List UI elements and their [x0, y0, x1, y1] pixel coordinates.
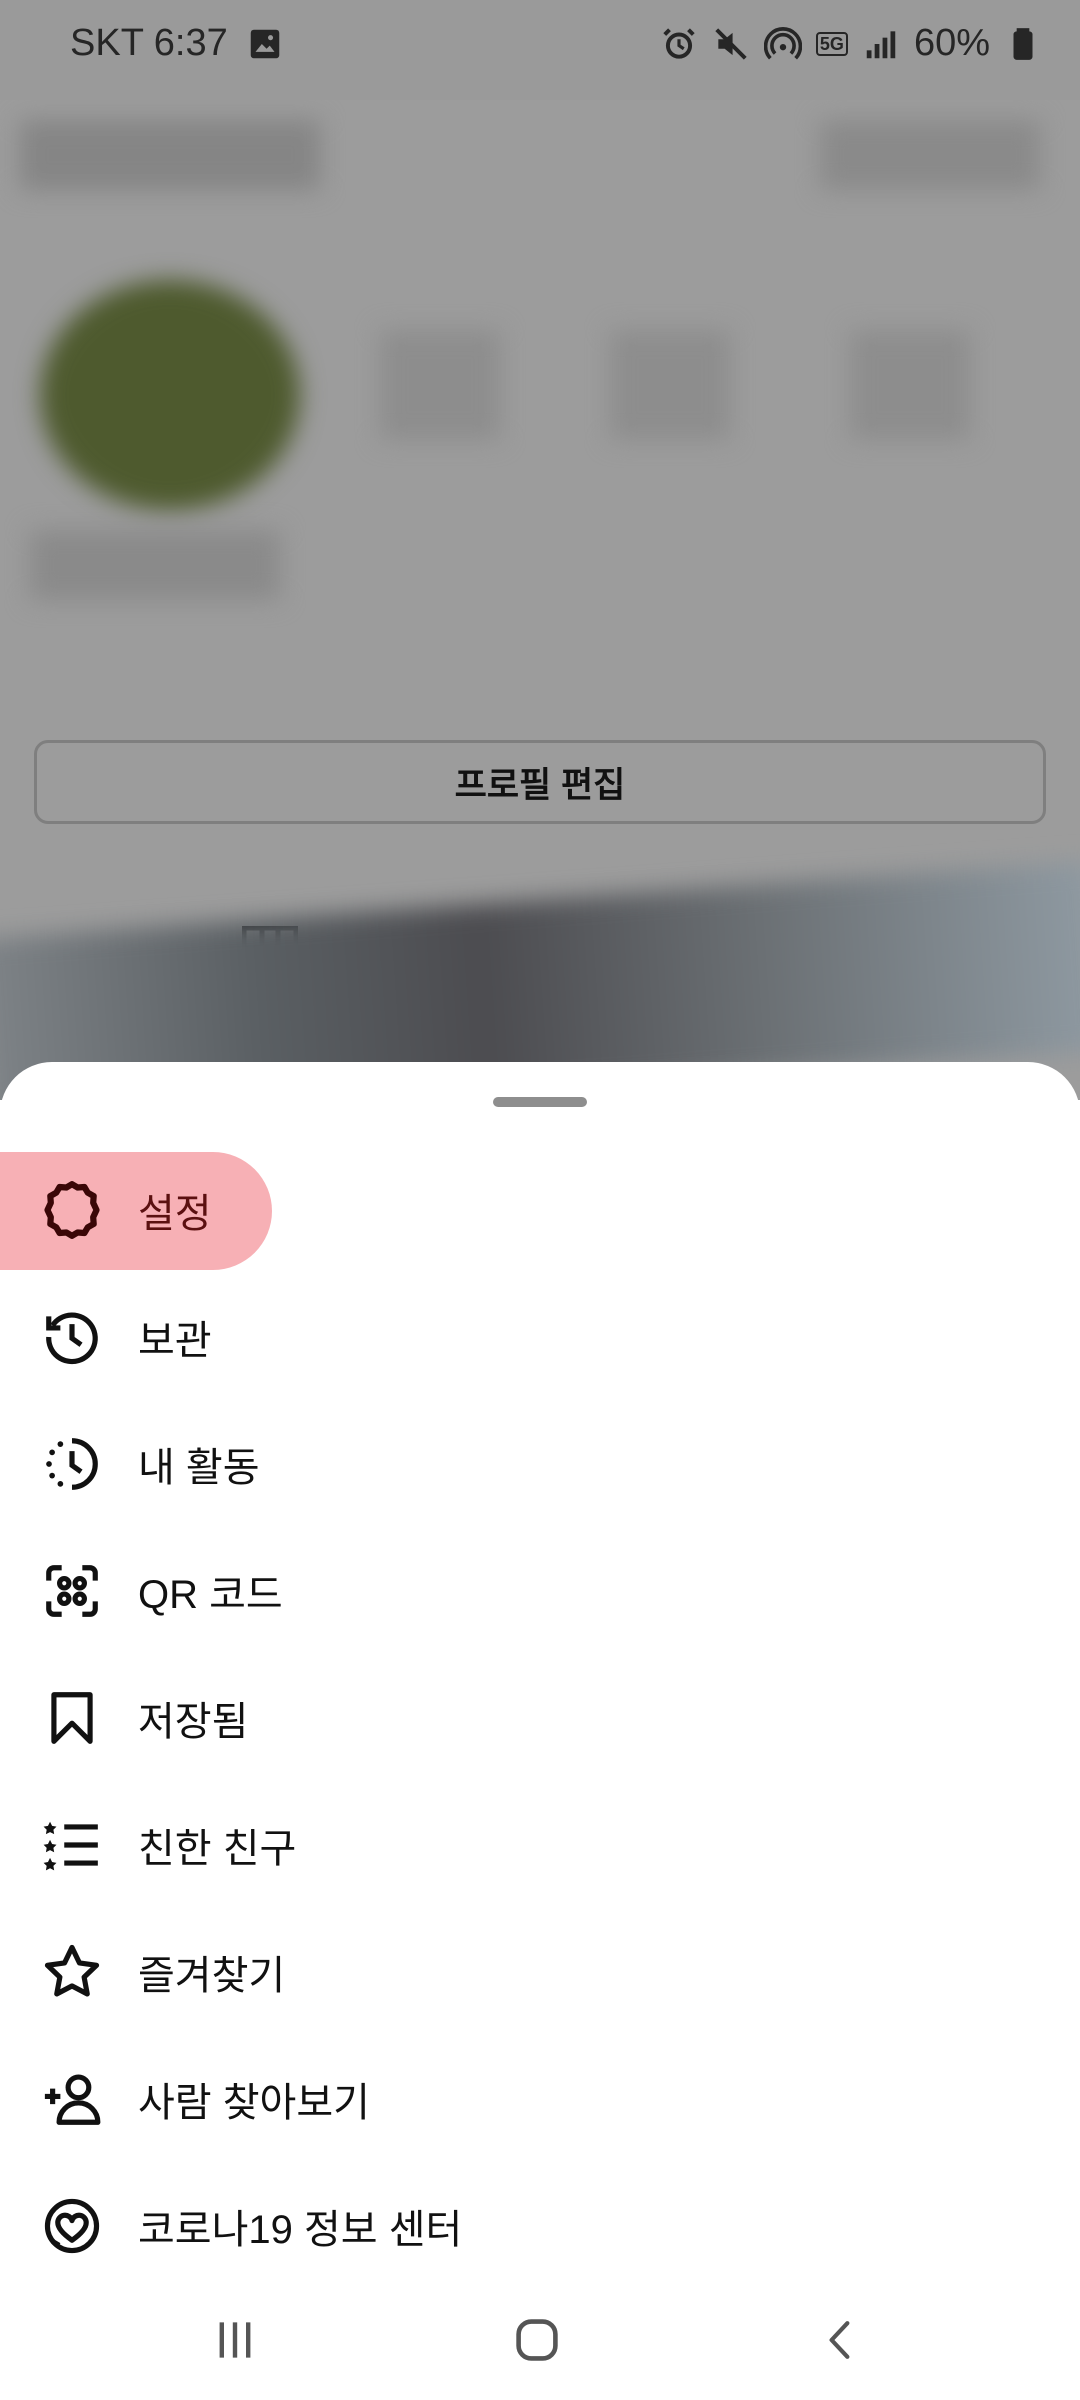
menu-item-label: 친한 친구	[138, 1826, 297, 1871]
status-bar: SKT 6:37 5G 60%	[0, 0, 1080, 100]
system-nav-bar	[0, 2270, 1080, 2400]
carrier-time: SKT 6:37	[70, 22, 228, 64]
back-icon[interactable]	[808, 2310, 872, 2370]
menu-item-label: 저장됨	[138, 1699, 249, 1744]
menu-list: 설정 보관 내 활동 QR 코드 저장됨 친한 친구 즐겨찾기 사람 찾아보기 …	[0, 1146, 1080, 2289]
menu-item-favorites[interactable]: 즐겨찾기	[0, 1908, 1080, 2035]
header-actions-blur	[820, 120, 1040, 190]
profile-menu-sheet: 설정 보관 내 활동 QR 코드 저장됨 친한 친구 즐겨찾기 사람 찾아보기 …	[0, 1062, 1080, 2400]
home-icon[interactable]	[505, 2310, 569, 2370]
mute-icon	[712, 25, 750, 63]
stat-followers	[610, 330, 730, 440]
sheet-drag-handle[interactable]	[493, 1097, 587, 1107]
menu-item-settings[interactable]: 설정	[0, 1146, 1080, 1273]
menu-item-discover-people[interactable]: 사람 찾아보기	[0, 2035, 1080, 2162]
username-blur	[20, 120, 320, 190]
edit-profile-button[interactable]: 프로필 편집	[34, 740, 1046, 824]
menu-item-label: QR 코드	[138, 1572, 283, 1617]
menu-item-activity[interactable]: 내 활동	[0, 1400, 1080, 1527]
activity-icon	[40, 1432, 104, 1496]
battery-icon	[1004, 25, 1042, 63]
close-friends-icon	[40, 1813, 104, 1877]
settings-icon	[40, 1178, 104, 1242]
signal-icon	[862, 25, 900, 63]
add-person-icon	[40, 2067, 104, 2131]
menu-item-label: 사람 찾아보기	[138, 2080, 370, 2125]
covid-info-icon	[40, 2194, 104, 2258]
alarm-icon	[660, 25, 698, 63]
stat-posts	[380, 330, 500, 440]
bio-blur	[30, 530, 280, 600]
menu-item-label: 보관	[138, 1318, 212, 1363]
battery-percent: 60%	[913, 22, 990, 64]
image-icon	[246, 25, 284, 63]
menu-item-label: 설정	[138, 1191, 212, 1236]
menu-item-label: 코로나19 정보 센터	[138, 2207, 463, 2252]
star-icon	[40, 1940, 104, 2004]
menu-item-qr-code[interactable]: QR 코드	[0, 1527, 1080, 1654]
hotspot-icon	[763, 25, 803, 63]
qr-code-icon	[40, 1559, 104, 1623]
menu-item-archive[interactable]: 보관	[0, 1273, 1080, 1400]
menu-item-label: 내 활동	[138, 1445, 260, 1490]
recent-apps-icon[interactable]	[203, 2310, 267, 2370]
avatar	[40, 280, 300, 510]
stat-following	[850, 330, 970, 440]
profile-background: 프로필 편집	[0, 100, 1080, 1100]
archive-icon	[40, 1305, 104, 1369]
5g-icon: 5G	[815, 31, 848, 56]
menu-item-label: 즐겨찾기	[138, 1953, 286, 1998]
menu-item-close-friends[interactable]: 친한 친구	[0, 1781, 1080, 1908]
menu-item-saved[interactable]: 저장됨	[0, 1654, 1080, 1781]
bookmark-icon	[40, 1686, 104, 1750]
